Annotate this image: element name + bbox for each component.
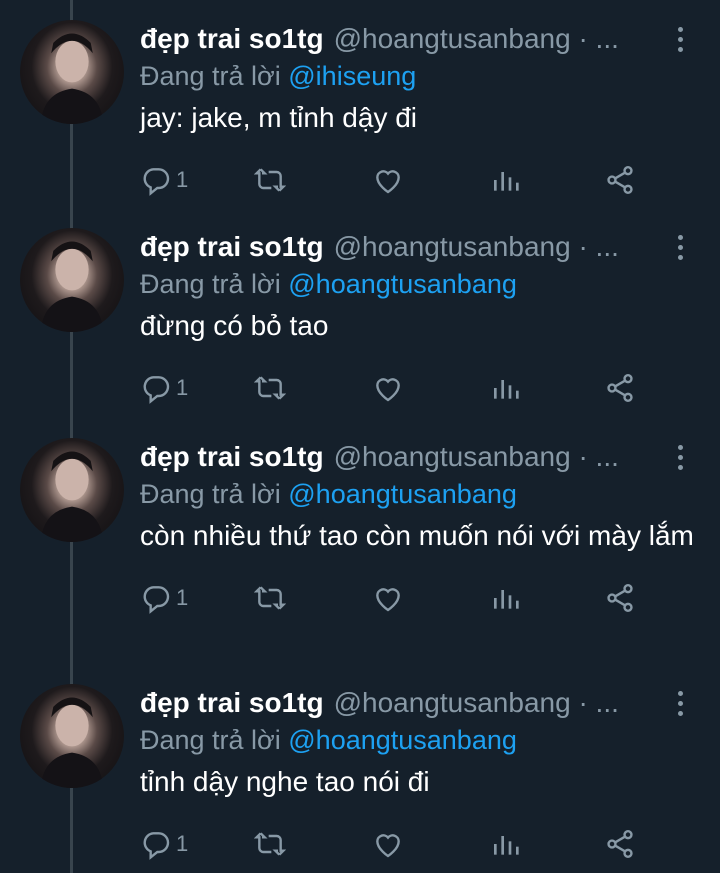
share-icon <box>607 584 633 612</box>
mention-link[interactable]: @hoangtusanbang <box>288 725 517 755</box>
replying-to: Đang trả lời @hoangtusanbang <box>140 476 700 512</box>
avatar[interactable] <box>20 438 124 542</box>
share-icon <box>607 374 633 402</box>
replying-to: Đang trả lời @ihiseung <box>140 58 700 94</box>
tweet-header: đẹp trai so1tg @hoangtusanbang · ... <box>140 684 700 722</box>
more-icon[interactable] <box>674 234 686 260</box>
reply-icon <box>143 586 170 614</box>
display-name[interactable]: đẹp trai so1tg <box>140 441 324 473</box>
like-button[interactable] <box>372 372 404 404</box>
reply-count: 1 <box>176 375 189 400</box>
display-name[interactable]: đẹp trai so1tg <box>140 23 324 55</box>
tweet[interactable]: đẹp trai so1tg @hoangtusanbang · ... Đan… <box>0 684 720 864</box>
share-button[interactable] <box>604 164 636 196</box>
like-icon <box>376 170 400 194</box>
retweet-button[interactable] <box>254 164 286 196</box>
reply-button[interactable]: 1 <box>140 582 188 614</box>
reply-icon <box>143 832 170 860</box>
share-icon <box>607 166 633 194</box>
share-button[interactable] <box>604 828 636 860</box>
thread-feed: đẹp trai so1tg @hoangtusanbang · ... Đan… <box>0 0 720 873</box>
retweet-button[interactable] <box>254 582 286 614</box>
like-icon <box>376 588 400 612</box>
retweet-icon <box>254 832 286 856</box>
tweet-header: đẹp trai so1tg @hoangtusanbang · ... <box>140 20 700 58</box>
reply-count: 1 <box>176 831 189 856</box>
more-icon[interactable] <box>674 690 686 716</box>
reply-icon <box>143 168 170 196</box>
tweet-text: còn nhiều thứ tao còn muốn nói với mày l… <box>140 520 694 551</box>
display-name[interactable]: đẹp trai so1tg <box>140 231 324 263</box>
analytics-icon <box>494 172 519 191</box>
tweet[interactable]: đẹp trai so1tg @hoangtusanbang · ... Đan… <box>0 228 720 408</box>
like-button[interactable] <box>372 828 404 860</box>
avatar[interactable] <box>20 684 124 788</box>
avatar[interactable] <box>20 228 124 332</box>
tweet-text: tỉnh dậy nghe tao nói đi <box>140 766 430 797</box>
tweet-actions: 1 <box>140 160 700 200</box>
analytics-button[interactable] <box>490 582 522 614</box>
user-handle[interactable]: @hoangtusanbang · ... <box>334 23 619 55</box>
analytics-icon <box>494 590 519 609</box>
display-name[interactable]: đẹp trai so1tg <box>140 687 324 719</box>
reply-count: 1 <box>176 167 189 192</box>
more-icon[interactable] <box>674 444 686 470</box>
avatar[interactable] <box>20 20 124 124</box>
like-button[interactable] <box>372 582 404 614</box>
retweet-icon <box>254 376 286 400</box>
replying-to-label: Đang trả lời <box>140 61 289 91</box>
more-icon[interactable] <box>674 26 686 52</box>
analytics-button[interactable] <box>490 372 522 404</box>
like-icon <box>376 378 400 402</box>
share-button[interactable] <box>604 372 636 404</box>
reply-button[interactable]: 1 <box>140 164 188 196</box>
like-button[interactable] <box>372 164 404 196</box>
reply-count: 1 <box>176 585 189 610</box>
reply-button[interactable]: 1 <box>140 828 188 860</box>
replying-to-label: Đang trả lời <box>140 269 289 299</box>
tweet-actions: 1 <box>140 578 700 618</box>
retweet-button[interactable] <box>254 828 286 860</box>
replying-to-label: Đang trả lời <box>140 725 289 755</box>
tweet[interactable]: đẹp trai so1tg @hoangtusanbang · ... Đan… <box>0 20 720 200</box>
analytics-button[interactable] <box>490 164 522 196</box>
user-handle[interactable]: @hoangtusanbang · ... <box>334 687 619 719</box>
tweet-actions: 1 <box>140 368 700 408</box>
mention-link[interactable]: @hoangtusanbang <box>288 479 517 509</box>
mention-link[interactable]: @ihiseung <box>288 61 416 91</box>
tweet-header: đẹp trai so1tg @hoangtusanbang · ... <box>140 228 700 266</box>
tweet-text: đừng có bỏ tao <box>140 310 329 341</box>
user-handle[interactable]: @hoangtusanbang · ... <box>334 441 619 473</box>
share-icon <box>607 830 633 858</box>
analytics-icon <box>494 380 519 399</box>
reply-icon <box>143 376 170 404</box>
tweet-text: jay: jake, m tỉnh dậy đi <box>140 102 418 133</box>
tweet[interactable]: đẹp trai so1tg @hoangtusanbang · ... Đan… <box>0 438 720 618</box>
tweet-actions: 1 <box>140 824 700 864</box>
analytics-icon <box>494 836 519 855</box>
retweet-icon <box>254 586 286 610</box>
retweet-button[interactable] <box>254 372 286 404</box>
reply-button[interactable]: 1 <box>140 372 188 404</box>
share-button[interactable] <box>604 582 636 614</box>
replying-to: Đang trả lời @hoangtusanbang <box>140 722 700 758</box>
mention-link[interactable]: @hoangtusanbang <box>288 269 517 299</box>
like-icon <box>376 834 400 858</box>
tweet-header: đẹp trai so1tg @hoangtusanbang · ... <box>140 438 700 476</box>
user-handle[interactable]: @hoangtusanbang · ... <box>334 231 619 263</box>
replying-to-label: Đang trả lời <box>140 479 289 509</box>
replying-to: Đang trả lời @hoangtusanbang <box>140 266 700 302</box>
analytics-button[interactable] <box>490 828 522 860</box>
retweet-icon <box>254 168 286 192</box>
